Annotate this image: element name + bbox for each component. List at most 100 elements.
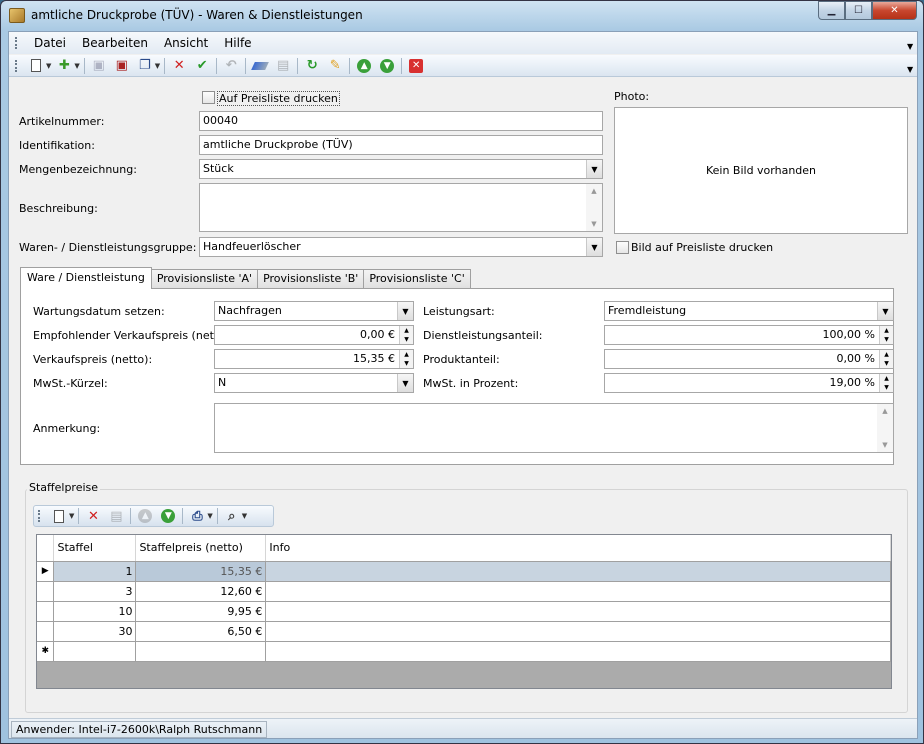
confirm-button[interactable]: ✔ — [192, 57, 212, 75]
chevron-down-icon[interactable]: ▼ — [586, 160, 602, 178]
tab-provision-c[interactable]: Provisionsliste 'C' — [363, 269, 471, 288]
staffel-cell[interactable]: 3 — [53, 581, 137, 602]
produkt-spinner[interactable]: 0,00 % ▲ ▼ — [604, 349, 894, 369]
staffelpreis-cell[interactable]: 15,35 € — [135, 561, 267, 582]
chevron-down-icon[interactable]: ▼ — [586, 238, 602, 256]
gruppe-select[interactable]: Handfeuerlöscher ▼ — [199, 237, 603, 257]
row-header[interactable] — [37, 581, 55, 602]
leistung-select[interactable]: Fremdleistung ▼ — [604, 301, 894, 321]
scroll-down-icon[interactable]: ▼ — [586, 220, 602, 228]
staffel-delete-button[interactable]: ✕ — [83, 507, 103, 525]
grip-icon[interactable] — [15, 59, 18, 72]
tab-provision-a[interactable]: Provisionsliste 'A' — [150, 269, 259, 288]
menu-datei[interactable]: Datei — [26, 36, 74, 50]
spinner-icon[interactable]: ▲ ▼ — [879, 374, 893, 392]
mwst-select[interactable]: N ▼ — [214, 373, 414, 393]
staffel-new-dropdown-arrow[interactable]: ▼ — [69, 512, 74, 520]
maximize-button[interactable]: ☐ — [845, 1, 872, 20]
artikelnummer-field[interactable]: 00040 — [199, 111, 603, 131]
staffel-toolbar-overflow[interactable]: ▼ — [242, 512, 247, 520]
grid-corner[interactable] — [37, 535, 55, 562]
minimize-button[interactable]: ▁ — [818, 1, 845, 20]
add-dropdown-arrow[interactable]: ▼ — [74, 62, 79, 70]
table-row[interactable]: 10 9,95 € — [37, 601, 891, 622]
staffel-up-button[interactable]: ▲ — [135, 507, 155, 525]
new-dropdown-arrow[interactable]: ▼ — [46, 62, 51, 70]
row-header[interactable] — [37, 601, 55, 622]
menu-overflow-button[interactable]: ▼ — [907, 42, 915, 52]
staffelpreis-cell[interactable]: 12,60 € — [135, 581, 267, 602]
spinner-icon[interactable]: ▲ ▼ — [879, 326, 893, 344]
new-row-icon[interactable]: ✱ — [37, 641, 55, 662]
grip-icon[interactable] — [38, 510, 41, 522]
move-down-button[interactable]: ▼ — [377, 57, 397, 75]
delete-button[interactable]: ✕ — [169, 57, 189, 75]
copy-dropdown-arrow[interactable]: ▼ — [155, 62, 160, 70]
staffelpreis-cell[interactable] — [135, 641, 267, 662]
beschreibung-textarea[interactable]: ▲ ▼ — [199, 183, 603, 232]
table-row[interactable]: 3 12,60 € — [37, 581, 891, 602]
tab-provision-b[interactable]: Provisionsliste 'B' — [257, 269, 365, 288]
staffel-print-button[interactable]: ⎙ — [187, 507, 207, 525]
staffelpreis-cell[interactable]: 6,50 € — [135, 621, 267, 642]
new-button[interactable] — [26, 57, 46, 75]
grid-scrollbar[interactable] — [37, 671, 891, 688]
staffel-cell[interactable] — [53, 641, 137, 662]
staffel-print-dropdown-arrow[interactable]: ▼ — [207, 512, 212, 520]
report-button[interactable]: ▤ — [273, 57, 293, 75]
spinner-icon[interactable]: ▲ ▼ — [399, 350, 413, 368]
close-form-button[interactable]: ✕ — [406, 57, 426, 75]
row-header[interactable] — [37, 621, 55, 642]
info-cell[interactable] — [265, 601, 891, 622]
auf-preisliste-checkbox[interactable] — [202, 91, 215, 104]
staffel-report-button[interactable]: ▤ — [106, 507, 126, 525]
bild-preisliste-checkbox[interactable] — [616, 241, 629, 254]
textarea-scrollbar[interactable]: ▲ ▼ — [877, 404, 893, 452]
column-header-staffelpreis[interactable]: Staffelpreis (netto) — [135, 535, 267, 562]
menu-ansicht[interactable]: Ansicht — [156, 36, 216, 50]
scroll-up-icon[interactable]: ▲ — [586, 187, 602, 195]
save-button[interactable]: ▣ — [89, 57, 109, 75]
new-row[interactable]: ✱ — [37, 641, 891, 662]
info-cell[interactable] — [265, 621, 891, 642]
move-up-button[interactable]: ▲ — [354, 57, 374, 75]
info-cell[interactable] — [265, 581, 891, 602]
table-row[interactable]: 30 6,50 € — [37, 621, 891, 642]
close-window-button[interactable]: ✕ — [872, 1, 917, 20]
textarea-scrollbar[interactable]: ▲ ▼ — [586, 184, 602, 231]
vk-spinner[interactable]: 15,35 € ▲ ▼ — [214, 349, 414, 369]
undo-button[interactable]: ↶ — [221, 57, 241, 75]
chevron-down-icon[interactable]: ▼ — [397, 374, 413, 392]
column-header-staffel[interactable]: Staffel — [53, 535, 137, 562]
staffel-search-button[interactable]: ⌕ — [222, 507, 242, 525]
dienst-spinner[interactable]: 100,00 % ▲ ▼ — [604, 325, 894, 345]
refresh-button[interactable]: ↻ — [302, 57, 322, 75]
bild-preisliste-label[interactable]: Bild auf Preisliste drucken — [631, 241, 773, 254]
eraser-button[interactable] — [250, 57, 270, 75]
title-bar[interactable]: amtliche Druckprobe (TÜV) - Waren & Dien… — [1, 1, 923, 29]
add-button[interactable]: ✚ — [54, 57, 74, 75]
scroll-up-icon[interactable]: ▲ — [877, 407, 893, 415]
tab-ware[interactable]: Ware / Dienstleistung — [20, 267, 152, 289]
info-cell[interactable] — [265, 641, 891, 662]
menu-hilfe[interactable]: Hilfe — [216, 36, 259, 50]
auf-preisliste-label[interactable]: Auf Preisliste drucken — [217, 91, 340, 106]
column-header-info[interactable]: Info — [265, 535, 891, 562]
staffel-cell[interactable]: 30 — [53, 621, 137, 642]
photo-box[interactable]: Kein Bild vorhanden — [614, 107, 908, 234]
current-row-icon[interactable]: ▶ — [37, 561, 55, 582]
staffel-cell[interactable]: 1 — [53, 561, 137, 582]
ek-spinner[interactable]: 0,00 € ▲ ▼ — [214, 325, 414, 345]
copy-button[interactable]: ❐ — [135, 57, 155, 75]
spinner-icon[interactable]: ▲ ▼ — [399, 326, 413, 344]
staffel-down-button[interactable]: ▼ — [158, 507, 178, 525]
chevron-down-icon[interactable]: ▼ — [397, 302, 413, 320]
identifikation-field[interactable]: amtliche Druckprobe (TÜV) — [199, 135, 603, 155]
mengen-select[interactable]: Stück ▼ — [199, 159, 603, 179]
staffel-new-button[interactable] — [49, 507, 69, 525]
toolbar-overflow-button[interactable]: ▼ — [907, 65, 915, 75]
scroll-down-icon[interactable]: ▼ — [877, 441, 893, 449]
spinner-icon[interactable]: ▲ ▼ — [879, 350, 893, 368]
grip-icon[interactable] — [15, 37, 18, 49]
chevron-down-icon[interactable]: ▼ — [877, 302, 893, 320]
